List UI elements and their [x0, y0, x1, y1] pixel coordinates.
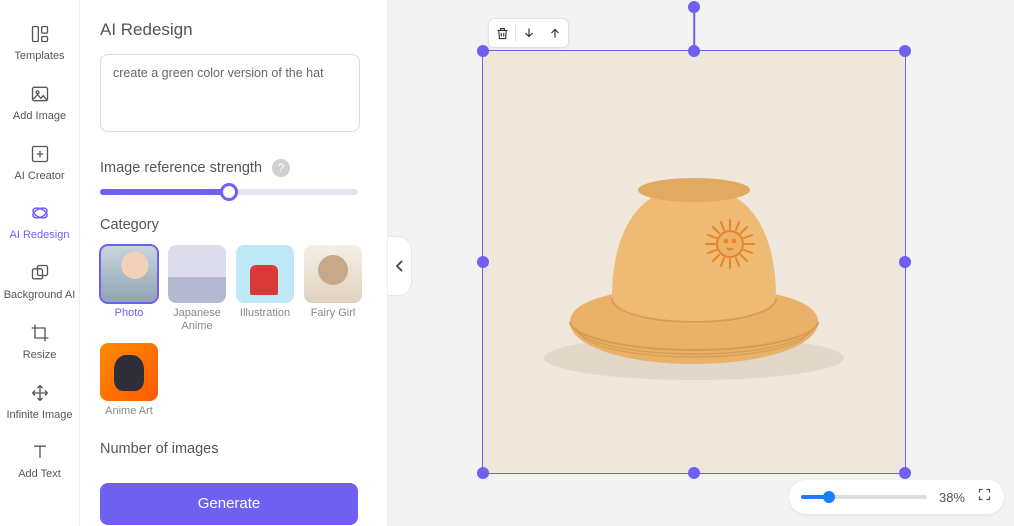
trash-icon: [495, 26, 510, 41]
num-images-label: Number of images: [100, 441, 218, 457]
delete-button[interactable]: [489, 20, 515, 46]
panel-title: AI Redesign: [100, 20, 373, 40]
sidebar-item-label: Add Text: [14, 468, 65, 482]
settings-panel: AI Redesign Image reference strength ? C…: [80, 0, 388, 526]
category-name: Fairy Girl: [311, 307, 356, 320]
sidebar-item-add-image[interactable]: Add Image: [0, 72, 80, 132]
sidebar-item-label: Resize: [19, 349, 61, 363]
hat-image: [534, 132, 854, 392]
prompt-input[interactable]: [100, 54, 360, 132]
category-thumb: [100, 245, 158, 303]
zoom-value: 38%: [939, 490, 965, 505]
text-icon: [28, 440, 52, 464]
slider-thumb[interactable]: [220, 183, 238, 201]
resize-handle-bl[interactable]: [477, 467, 489, 479]
help-icon[interactable]: ?: [272, 159, 290, 177]
sidebar-item-label: Infinite Image: [2, 409, 76, 423]
layer-up-button[interactable]: [542, 20, 568, 46]
canvas-image[interactable]: [482, 50, 906, 474]
crop-icon: [28, 321, 52, 345]
category-illustration[interactable]: Illustration: [236, 245, 294, 333]
expand-icon: [977, 487, 992, 502]
category-photo[interactable]: Photo: [100, 245, 158, 333]
resize-handle-mb[interactable]: [688, 467, 700, 479]
canvas[interactable]: 38%: [388, 0, 1014, 526]
image-icon: [28, 82, 52, 106]
arrow-up-icon: [548, 26, 562, 40]
resize-handle-mt[interactable]: [688, 45, 700, 57]
sidebar-item-background-ai[interactable]: Background AI: [0, 251, 80, 311]
generate-button[interactable]: Generate: [100, 483, 358, 525]
resize-handle-ml[interactable]: [477, 256, 489, 268]
selection-toolbar: [488, 18, 569, 48]
arrow-down-icon: [522, 26, 536, 40]
strength-label: Image reference strength: [100, 160, 262, 176]
zoom-control: 38%: [789, 480, 1004, 514]
sidebar-item-infinite-image[interactable]: Infinite Image: [0, 371, 80, 431]
category-name: Japanese Anime: [168, 307, 226, 333]
layer-down-button[interactable]: [516, 20, 542, 46]
category-thumb: [100, 343, 158, 401]
sidebar-item-label: AI Redesign: [6, 229, 74, 243]
fullscreen-button[interactable]: [977, 487, 992, 507]
rotation-handle[interactable]: [688, 1, 700, 13]
tool-sidebar: Templates Add Image AI Creator AI Redesi…: [0, 0, 80, 526]
sidebar-item-ai-redesign[interactable]: AI Redesign: [0, 191, 80, 251]
plus-square-icon: [28, 142, 52, 166]
category-fairy-girl[interactable]: Fairy Girl: [304, 245, 362, 333]
category-name: Anime Art: [105, 405, 153, 418]
strength-slider[interactable]: [100, 189, 358, 195]
category-name: Photo: [115, 307, 144, 320]
sidebar-item-label: AI Creator: [10, 170, 68, 184]
resize-handle-mr[interactable]: [899, 256, 911, 268]
expand-arrows-icon: [28, 381, 52, 405]
resize-handle-tr[interactable]: [899, 45, 911, 57]
chevron-left-icon: [395, 259, 405, 273]
zoom-slider[interactable]: [801, 495, 927, 499]
sidebar-item-label: Add Image: [9, 110, 70, 124]
category-label: Category: [100, 217, 159, 233]
category-anime-art[interactable]: Anime Art: [100, 343, 158, 418]
background-icon: [28, 261, 52, 285]
category-thumb: [236, 245, 294, 303]
sidebar-item-add-text[interactable]: Add Text: [0, 430, 80, 490]
resize-handle-tl[interactable]: [477, 45, 489, 57]
category-thumb: [168, 245, 226, 303]
redesign-icon: [28, 201, 52, 225]
sidebar-item-resize[interactable]: Resize: [0, 311, 80, 371]
category-japanese-anime[interactable]: Japanese Anime: [168, 245, 226, 333]
collapse-panel-button[interactable]: [388, 236, 412, 296]
sidebar-item-ai-creator[interactable]: AI Creator: [0, 132, 80, 192]
category-name: Illustration: [240, 307, 290, 320]
templates-icon: [28, 22, 52, 46]
sidebar-item-label: Templates: [10, 50, 68, 64]
sidebar-item-templates[interactable]: Templates: [0, 12, 80, 72]
zoom-thumb[interactable]: [823, 491, 835, 503]
sidebar-item-label: Background AI: [0, 289, 79, 303]
category-thumb: [304, 245, 362, 303]
resize-handle-br[interactable]: [899, 467, 911, 479]
